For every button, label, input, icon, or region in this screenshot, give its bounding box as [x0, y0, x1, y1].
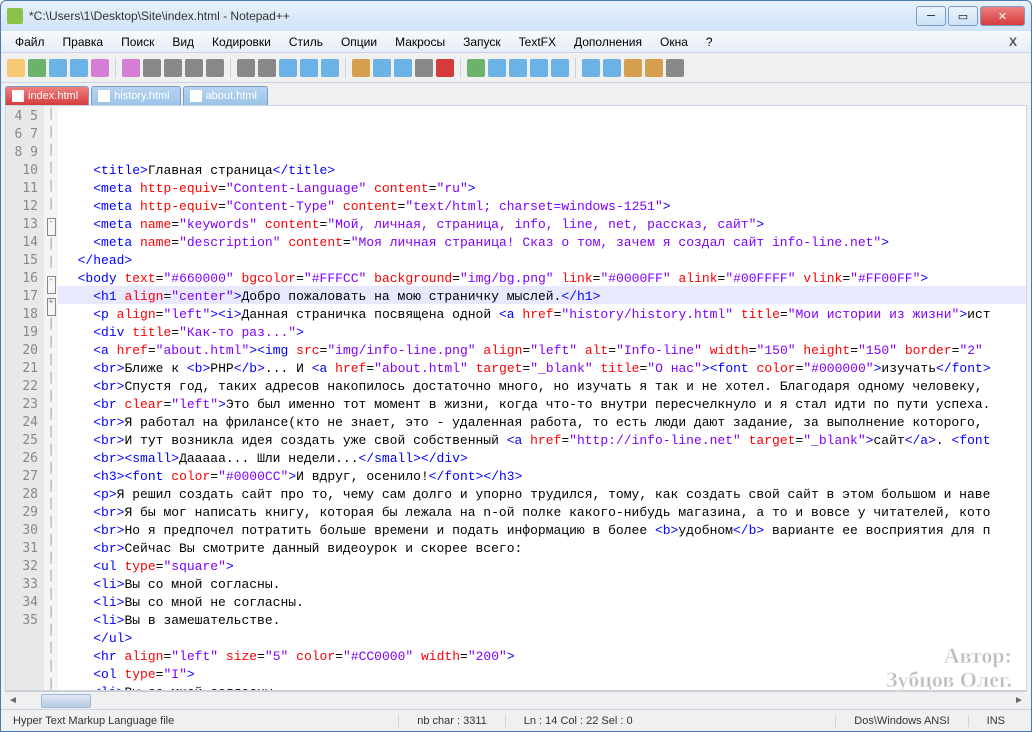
menu-encoding[interactable]: Кодировки: [204, 33, 279, 51]
tab-bar: index.html history.html about.html: [1, 83, 1031, 105]
toolbar-icon[interactable]: [645, 59, 663, 77]
toolbar-icon[interactable]: [488, 59, 506, 77]
toolbar: [1, 53, 1031, 83]
tab-label: about.html: [206, 90, 257, 102]
toolbar-icon[interactable]: [321, 59, 339, 77]
fold-column[interactable]: ││││││-││-+│││││││││││││││││││││: [44, 106, 58, 690]
toolbar-icon[interactable]: [415, 59, 433, 77]
menu-plugins[interactable]: Дополнения: [566, 33, 650, 51]
toolbar-icon[interactable]: [300, 59, 318, 77]
toolbar-icon[interactable]: [70, 59, 88, 77]
toolbar-icon[interactable]: [394, 59, 412, 77]
toolbar-icon[interactable]: [530, 59, 548, 77]
menu-windows[interactable]: Окна: [652, 33, 696, 51]
titlebar[interactable]: *C:\Users\1\Desktop\Site\index.html - No…: [1, 1, 1031, 31]
menu-file[interactable]: Файл: [7, 33, 53, 51]
menubar: Файл Правка Поиск Вид Кодировки Стиль Оп…: [1, 31, 1031, 53]
toolbar-icon[interactable]: [373, 59, 391, 77]
window-title: *C:\Users\1\Desktop\Site\index.html - No…: [29, 9, 916, 23]
toolbar-icon[interactable]: [603, 59, 621, 77]
close-button[interactable]: ✕: [980, 6, 1025, 26]
file-icon: [12, 90, 24, 102]
toolbar-icon[interactable]: [436, 59, 454, 77]
menu-textfx[interactable]: TextFX: [511, 33, 564, 51]
menu-search[interactable]: Поиск: [113, 33, 162, 51]
file-icon: [190, 90, 202, 102]
status-encoding: Dos\Windows ANSI: [835, 715, 967, 727]
toolbar-icon[interactable]: [582, 59, 600, 77]
status-chars: nb char : 3311: [398, 715, 505, 727]
minimize-button[interactable]: ─: [916, 6, 946, 26]
toolbar-icon[interactable]: [91, 59, 109, 77]
tab[interactable]: about.html: [183, 86, 268, 105]
menu-style[interactable]: Стиль: [281, 33, 331, 51]
toolbar-icon[interactable]: [509, 59, 527, 77]
toolbar-icon[interactable]: [206, 59, 224, 77]
status-mode: INS: [968, 715, 1023, 727]
menu-help[interactable]: ?: [698, 33, 721, 51]
status-position: Ln : 14 Col : 22 Sel : 0: [505, 715, 651, 727]
menu-options[interactable]: Опции: [333, 33, 385, 51]
file-icon: [98, 90, 110, 102]
horizontal-scrollbar[interactable]: ◄ ►: [5, 691, 1027, 709]
tab-label: history.html: [114, 90, 169, 102]
toolbar-icon[interactable]: [164, 59, 182, 77]
scroll-thumb[interactable]: [41, 694, 91, 708]
tab-label: index.html: [28, 90, 78, 102]
toolbar-icon[interactable]: [49, 59, 67, 77]
app-icon: [7, 8, 23, 24]
toolbar-icon[interactable]: [467, 59, 485, 77]
code-area[interactable]: <title>Главная страница</title> <meta ht…: [58, 106, 1026, 690]
toolbar-icon[interactable]: [143, 59, 161, 77]
line-number-gutter: 4 5 6 7 8 9 10 11 12 13 14 15 16 17 18 1…: [6, 106, 44, 690]
toolbar-icon[interactable]: [551, 59, 569, 77]
menu-run[interactable]: Запуск: [455, 33, 509, 51]
toolbar-icon[interactable]: [279, 59, 297, 77]
menubar-close-icon[interactable]: X: [1001, 33, 1025, 51]
toolbar-icon[interactable]: [7, 59, 25, 77]
toolbar-icon[interactable]: [237, 59, 255, 77]
toolbar-icon[interactable]: [185, 59, 203, 77]
menu-macros[interactable]: Макросы: [387, 33, 453, 51]
app-window: *C:\Users\1\Desktop\Site\index.html - No…: [0, 0, 1032, 732]
editor[interactable]: 4 5 6 7 8 9 10 11 12 13 14 15 16 17 18 1…: [5, 105, 1027, 691]
scroll-left-icon[interactable]: ◄: [5, 693, 21, 709]
toolbar-icon[interactable]: [122, 59, 140, 77]
toolbar-icon[interactable]: [624, 59, 642, 77]
scroll-right-icon[interactable]: ►: [1011, 693, 1027, 709]
maximize-button[interactable]: ▭: [948, 6, 978, 26]
statusbar: Hyper Text Markup Language file nb char …: [1, 709, 1031, 731]
tab[interactable]: index.html: [5, 86, 89, 105]
toolbar-icon[interactable]: [28, 59, 46, 77]
toolbar-icon[interactable]: [666, 59, 684, 77]
status-lang: Hyper Text Markup Language file: [9, 715, 178, 727]
toolbar-icon[interactable]: [352, 59, 370, 77]
toolbar-icon[interactable]: [258, 59, 276, 77]
menu-view[interactable]: Вид: [164, 33, 202, 51]
menu-edit[interactable]: Правка: [55, 33, 112, 51]
tab[interactable]: history.html: [91, 86, 180, 105]
